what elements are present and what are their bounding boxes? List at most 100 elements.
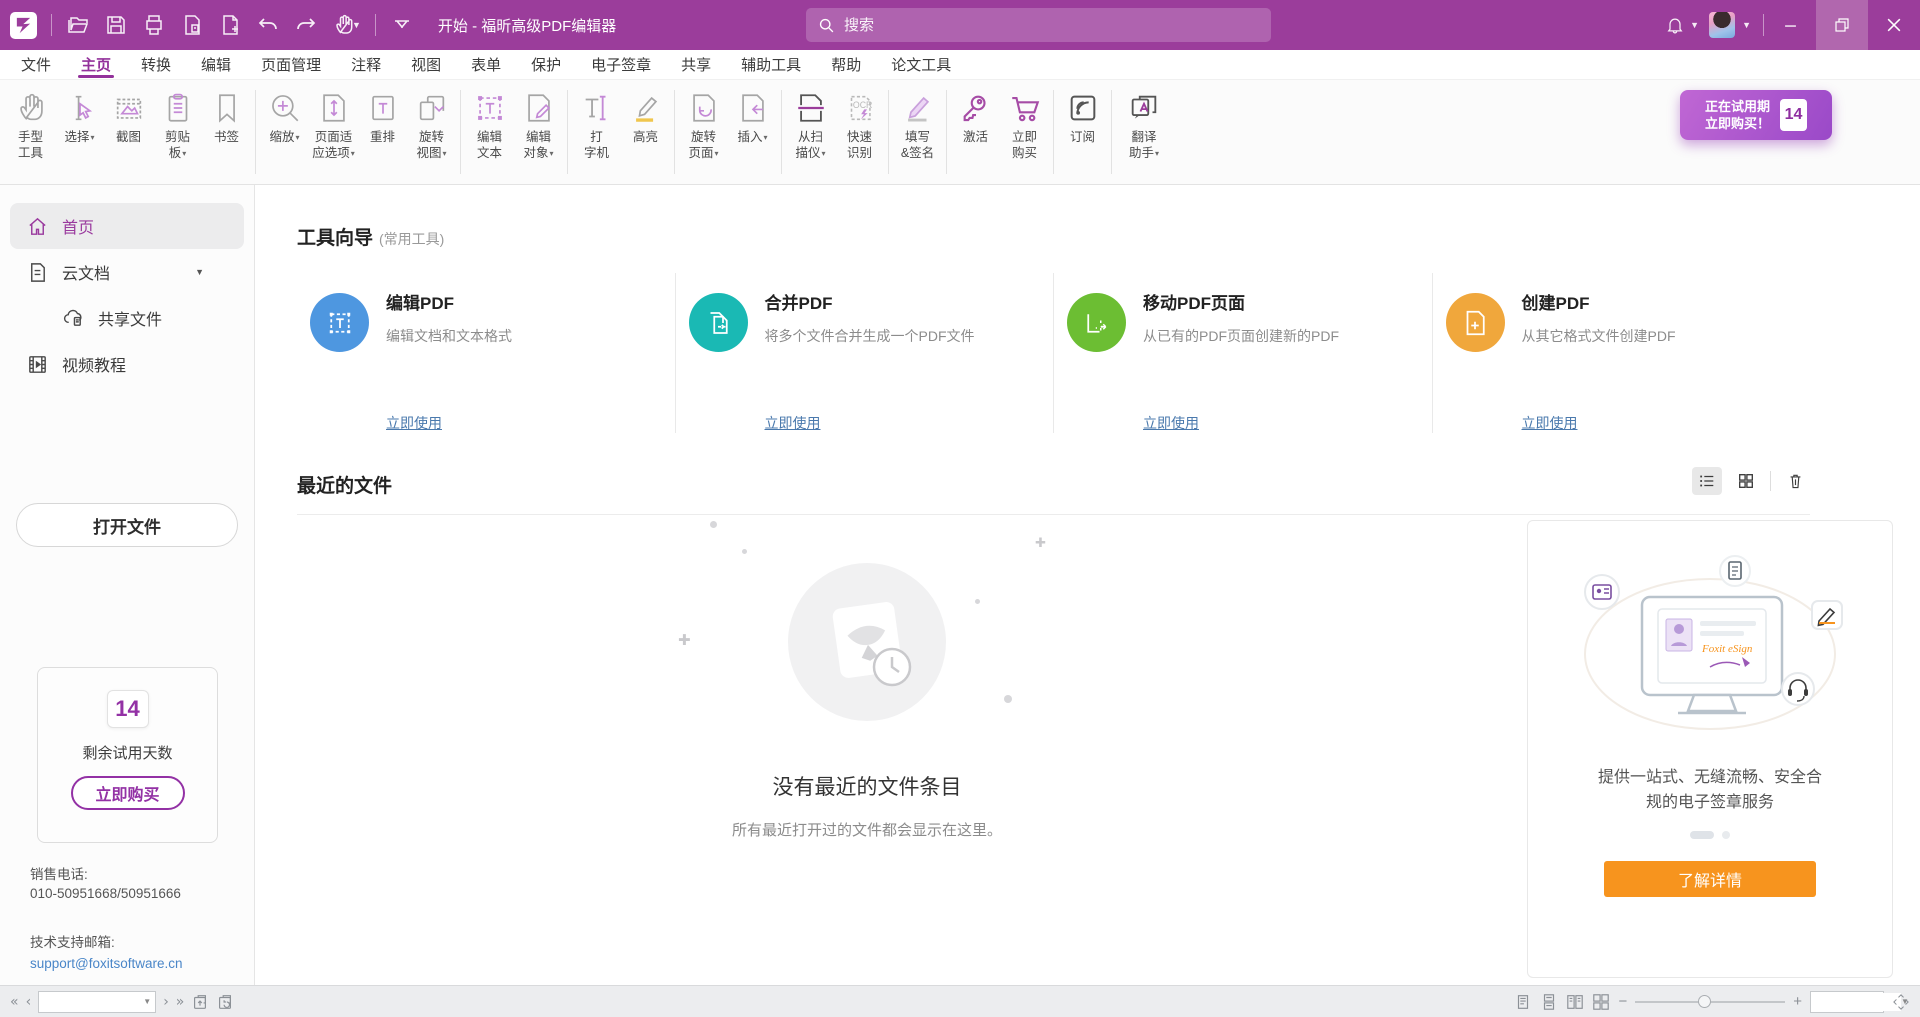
menu-esign[interactable]: 电子签章 <box>576 50 666 79</box>
support-email-link[interactable]: support@foxitsoftware.cn <box>30 954 183 973</box>
print-icon[interactable] <box>142 13 166 37</box>
zoom-slider-thumb[interactable] <box>1698 995 1711 1008</box>
next-page-button[interactable]: › <box>163 994 169 1010</box>
translate-assistant-button[interactable]: 翻译助手▾ <box>1116 88 1172 162</box>
open-file-icon[interactable] <box>66 13 90 37</box>
close-button[interactable] <box>1868 0 1920 50</box>
minimize-button[interactable] <box>1764 0 1816 50</box>
carousel-dot[interactable] <box>1722 831 1730 839</box>
carousel-dot-active[interactable] <box>1690 831 1714 839</box>
open-file-button[interactable]: 打开文件 <box>16 503 238 547</box>
restore-window-button[interactable] <box>1816 0 1868 50</box>
clipboard-tool-icon[interactable] <box>216 993 234 1011</box>
sidebar-item-video-tutorials[interactable]: 视频教程 <box>0 341 254 387</box>
single-page-view-icon[interactable] <box>1514 993 1532 1011</box>
buy-now-button[interactable]: 立即购买 <box>1000 88 1049 161</box>
list-view-button[interactable] <box>1692 467 1722 495</box>
menu-paper-tools[interactable]: 论文工具 <box>876 50 966 79</box>
rotate-view-button[interactable]: 旋转视图▾ <box>407 88 456 162</box>
clipboard-button[interactable]: 剪贴板▾ <box>153 88 202 162</box>
dropdown-caret-icon[interactable]: ▼ <box>1742 20 1751 30</box>
zoom-level-combo[interactable]: ▼ <box>1810 991 1884 1013</box>
facing-view-icon[interactable] <box>1566 993 1584 1011</box>
card-edit-pdf[interactable]: 编辑PDF 编辑文档和文本格式 立即使用 <box>297 273 675 433</box>
use-now-link[interactable]: 立即使用 <box>765 413 821 433</box>
menu-home[interactable]: 主页 <box>66 50 126 79</box>
search-box[interactable] <box>806 8 1271 42</box>
save-icon[interactable] <box>104 13 128 37</box>
snapshot-button[interactable]: 截图 <box>104 88 153 145</box>
last-page-button[interactable]: » <box>176 994 185 1010</box>
foxit-logo-icon[interactable] <box>10 12 37 39</box>
dropdown-caret-icon[interactable]: ▼ <box>1690 20 1699 30</box>
notification-bell-icon[interactable] <box>1665 15 1685 35</box>
page-fit-button[interactable]: 页面适应选项▾ <box>309 88 358 162</box>
insert-pages-button[interactable]: 插入▾ <box>728 88 777 146</box>
trial-badge[interactable]: 正在试用期 立即购买！ 14 <box>1680 90 1832 140</box>
highlight-button[interactable]: 高亮 <box>621 88 670 145</box>
search-input[interactable] <box>844 17 1224 34</box>
card-merge-pdf[interactable]: 合并PDF 将多个文件合并生成一个PDF文件 立即使用 <box>675 273 1054 433</box>
customize-toolbar-icon[interactable] <box>390 13 414 37</box>
user-avatar[interactable] <box>1709 12 1735 38</box>
quick-ocr-button[interactable]: OCR 快速识别 <box>835 88 884 161</box>
use-now-link[interactable]: 立即使用 <box>1143 413 1199 433</box>
menu-accessibility[interactable]: 辅助工具 <box>726 50 816 79</box>
buy-now-pill-button[interactable]: 立即购买 <box>71 776 185 810</box>
fill-sign-button[interactable]: 填写&签名 <box>893 88 942 161</box>
fullscreen-icon[interactable] <box>1892 993 1910 1011</box>
menu-convert[interactable]: 转换 <box>126 50 186 79</box>
zoom-in-button[interactable]: + <box>1793 993 1802 1010</box>
dropdown-caret-icon[interactable]: ▼ <box>195 267 204 277</box>
menu-protect[interactable]: 保护 <box>516 50 576 79</box>
edit-text-button[interactable]: 编辑文本 <box>465 88 514 161</box>
continuous-view-icon[interactable] <box>1540 993 1558 1011</box>
sidebar-item-shared-files[interactable]: 共享文件 <box>0 295 254 341</box>
dropdown-caret-icon[interactable]: ▼ <box>143 997 155 1006</box>
menu-view[interactable]: 视图 <box>396 50 456 79</box>
export-doc-icon[interactable] <box>180 13 204 37</box>
menu-help[interactable]: 帮助 <box>816 50 876 79</box>
use-now-link[interactable]: 立即使用 <box>386 413 442 433</box>
undo-icon[interactable] <box>256 13 280 37</box>
hand-tool-quick[interactable]: ▼ <box>332 13 361 37</box>
rotate-pages-button[interactable]: 旋转页面▾ <box>679 88 728 162</box>
typewriter-button[interactable]: 打字机 <box>572 88 621 161</box>
learn-more-button[interactable]: 了解详情 <box>1604 861 1816 897</box>
menu-comment[interactable]: 注释 <box>336 50 396 79</box>
sidebar-item-cloud-docs[interactable]: 云文档 ▼ <box>0 249 254 295</box>
hand-tool-button[interactable]: 手型工具 <box>6 88 55 161</box>
subscribe-button[interactable]: 订阅 <box>1058 88 1107 145</box>
zoom-level-input[interactable] <box>1811 993 1901 1011</box>
menu-edit[interactable]: 编辑 <box>186 50 246 79</box>
menu-share[interactable]: 共享 <box>666 50 726 79</box>
grid-view-button[interactable] <box>1731 467 1761 495</box>
new-doc-icon[interactable] <box>218 13 242 37</box>
menu-page-manage[interactable]: 页面管理 <box>246 50 336 79</box>
zoom-slider[interactable] <box>1635 1001 1785 1003</box>
activate-button[interactable]: 激活 <box>951 88 1000 145</box>
sidebar-item-home[interactable]: 首页 <box>10 203 244 249</box>
card-create-pdf[interactable]: 创建PDF 从其它格式文件创建PDF 立即使用 <box>1432 273 1811 433</box>
redo-icon[interactable] <box>294 13 318 37</box>
menu-file[interactable]: 文件 <box>6 50 66 79</box>
select-button[interactable]: 选择▾ <box>55 88 104 146</box>
page-number-combo[interactable]: ▼ <box>38 991 156 1013</box>
zoom-button[interactable]: 缩放▾ <box>260 88 309 146</box>
snapshot-tool-icon[interactable] <box>191 993 209 1011</box>
use-now-link[interactable]: 立即使用 <box>1522 413 1578 433</box>
facing-continuous-view-icon[interactable] <box>1592 993 1610 1011</box>
sidebar-item-label: 视频教程 <box>62 352 126 376</box>
reflow-button[interactable]: 重排 <box>358 88 407 145</box>
from-scanner-button[interactable]: 从扫描仪▾ <box>786 88 835 162</box>
previous-page-button[interactable]: ‹ <box>26 994 32 1010</box>
page-number-input[interactable] <box>39 993 143 1011</box>
clear-recent-button[interactable] <box>1780 467 1810 495</box>
edit-object-button[interactable]: 编辑对象▾ <box>514 88 563 162</box>
zoom-out-button[interactable]: − <box>1618 993 1627 1010</box>
carousel-dots[interactable] <box>1528 831 1892 839</box>
bookmark-button[interactable]: 书签 <box>202 88 251 145</box>
first-page-button[interactable]: « <box>10 994 19 1010</box>
card-move-pdf-pages[interactable]: 移动PDF页面 从已有的PDF页面创建新的PDF 立即使用 <box>1053 273 1432 433</box>
menu-form[interactable]: 表单 <box>456 50 516 79</box>
